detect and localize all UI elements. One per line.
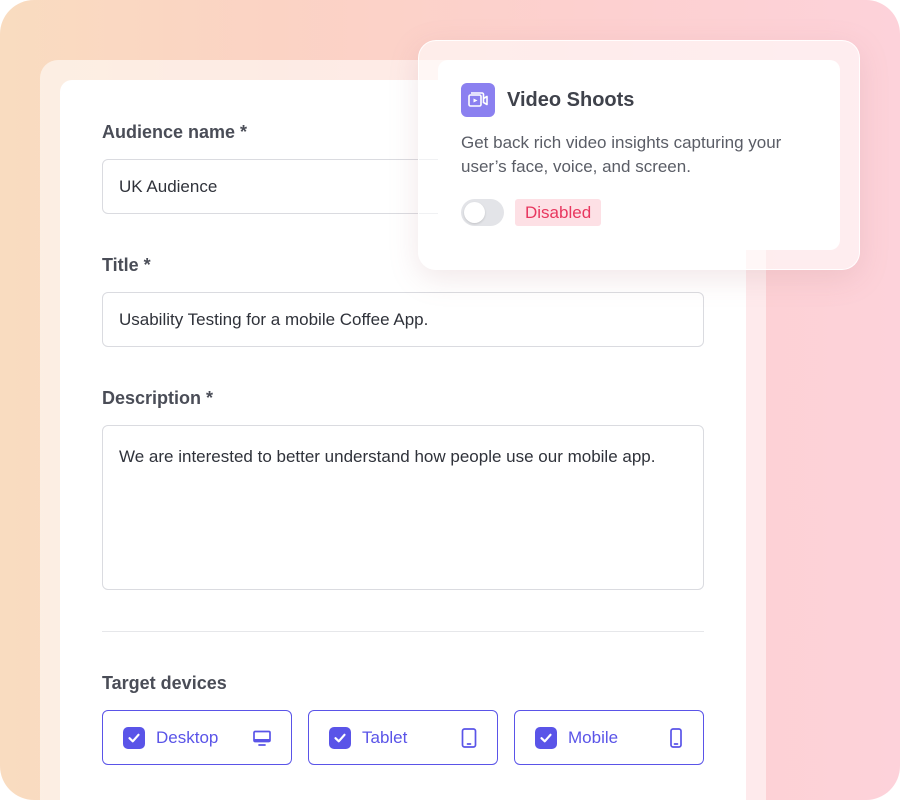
target-devices-label: Target devices	[102, 673, 227, 693]
video-shoots-title: Video Shoots	[507, 89, 635, 111]
audience-name-label: Audience name *	[102, 122, 248, 142]
title-label: Title *	[102, 255, 151, 275]
mobile-icon	[669, 727, 683, 748]
tablet-checkbox[interactable]	[329, 726, 351, 749]
description-textarea[interactable]: We are interested to better understand h…	[102, 425, 704, 590]
title-input[interactable]: Usability Testing for a mobile Coffee Ap…	[102, 292, 704, 347]
description-label: Description *	[102, 388, 214, 408]
status-badge: Disabled	[515, 199, 602, 226]
desktop-icon	[253, 730, 271, 746]
tablet-label: Tablet	[362, 727, 408, 747]
device-option-desktop[interactable]: Desktop	[102, 710, 292, 765]
checkmark-icon	[334, 733, 346, 742]
video-shoots-toggle[interactable]	[461, 199, 504, 226]
mobile-label: Mobile	[568, 727, 619, 747]
checkmark-icon	[540, 733, 552, 742]
checkmark-icon	[128, 733, 140, 742]
video-shoots-description: Get back rich video insights capturing y…	[461, 133, 782, 176]
desktop-label: Desktop	[156, 727, 219, 747]
description-value: We are interested to better understand h…	[119, 447, 656, 466]
mobile-checkbox[interactable]	[535, 726, 557, 749]
title-value: Usability Testing for a mobile Coffee Ap…	[119, 309, 429, 329]
device-option-mobile[interactable]: Mobile	[514, 710, 704, 765]
desktop-checkbox[interactable]	[123, 726, 145, 749]
audience-name-value: UK Audience	[119, 176, 218, 196]
toggle-knob	[464, 202, 485, 223]
tablet-icon	[461, 727, 477, 748]
device-option-tablet[interactable]: Tablet	[308, 710, 498, 765]
divider	[102, 631, 704, 632]
video-icon	[461, 83, 495, 117]
